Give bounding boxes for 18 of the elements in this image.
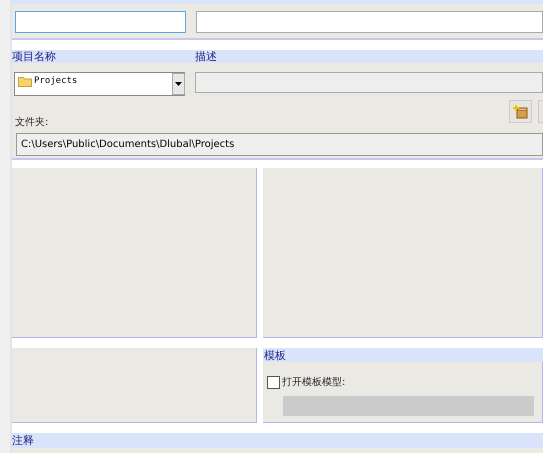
folder-label: 文件夹:: [15, 116, 50, 129]
project-combo-value: Projects: [34, 76, 78, 86]
open-template-label: 打开模板模型:: [282, 376, 346, 389]
model-name-field[interactable]: [15, 11, 186, 33]
template-header: 模板: [264, 348, 286, 362]
description-header: 描述: [195, 49, 217, 64]
caret-icon: [175, 82, 182, 86]
project-combo[interactable]: Projects: [14, 72, 185, 96]
folder-path-field[interactable]: C:\Users\Public\Documents\Dlubal\Projects: [16, 133, 543, 156]
template-path-field[interactable]: [283, 396, 534, 416]
project-name-header: 项目名称: [12, 49, 57, 64]
new-folder-button[interactable]: [509, 100, 532, 123]
dropdown-button[interactable]: [172, 73, 185, 95]
notes-header: 注释: [12, 433, 34, 448]
folder-icon: [18, 76, 32, 87]
new-box-icon: [513, 104, 528, 118]
checkbox[interactable]: [267, 376, 280, 388]
model-description-field[interactable]: [196, 11, 543, 33]
